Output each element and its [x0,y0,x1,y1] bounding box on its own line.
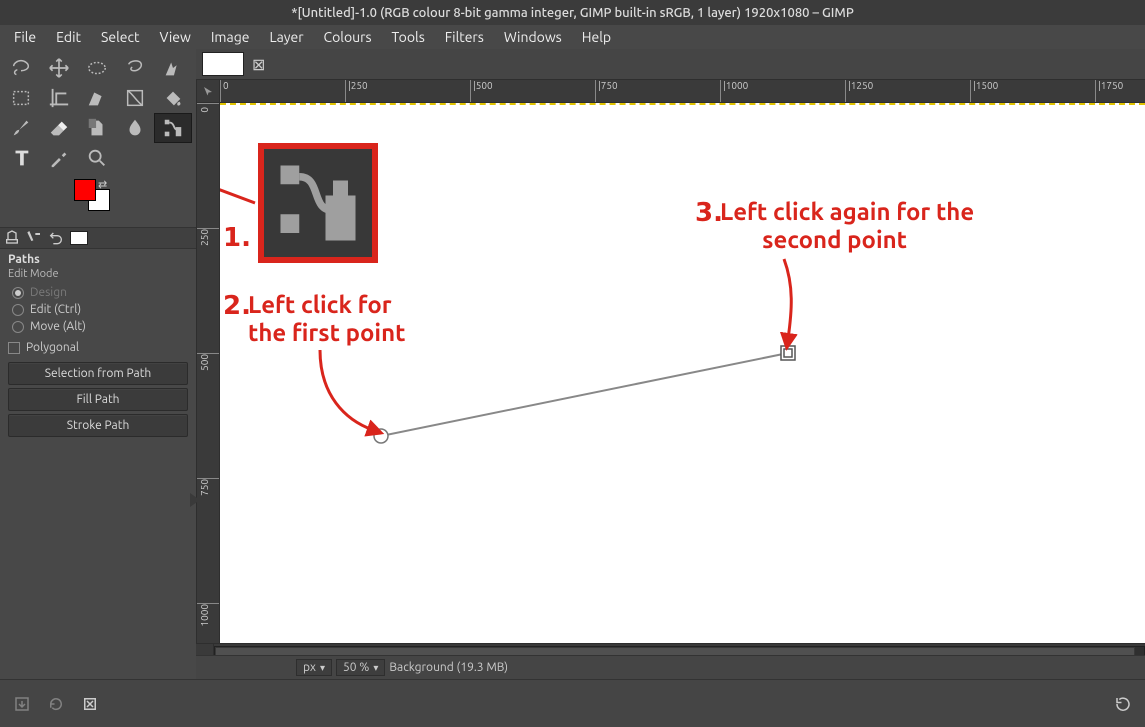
transform-tool-icon[interactable] [78,83,116,113]
close-tab-icon[interactable]: ⊠ [252,55,265,74]
menu-file[interactable]: File [4,26,46,48]
tool-options: Paths Edit Mode Design Edit (Ctrl) Move … [0,249,196,444]
zoom-tool-icon[interactable] [78,143,116,173]
ruler-origin-marker [190,493,200,507]
dock-tab-strip [0,227,196,249]
window-titlebar: *[Untitled]-1.0 (RGB colour 8-bit gamma … [0,0,1145,25]
move-tool-icon[interactable] [40,53,78,83]
radio-design[interactable]: Design [8,284,188,301]
swap-colors-icon[interactable]: ⇄ [98,178,107,191]
clone-tool-icon[interactable] [78,113,116,143]
foreground-color[interactable] [74,179,96,201]
status-bar: px▾ 50 %▾ Background (19.3 MB) [196,655,1145,679]
device-status-tab-icon[interactable] [26,229,42,248]
warp-tool-icon[interactable] [116,83,154,113]
toolbox [0,49,196,173]
vertical-ruler[interactable]: 0 250 500 750 1000 [196,103,220,643]
unit-select[interactable]: px▾ [296,659,332,676]
canvas-viewport[interactable]: 1. 2. Left click for the first point 3. … [220,103,1145,643]
menu-select[interactable]: Select [91,26,149,48]
free-select-icon[interactable] [116,53,154,83]
delete-options-icon[interactable] [80,694,100,714]
eraser-icon[interactable] [40,113,78,143]
zoom-select[interactable]: 50 %▾ [336,659,385,676]
reset-options-icon[interactable] [1113,694,1133,714]
tool-options-tab-icon[interactable] [4,229,20,248]
fill-path-button[interactable]: Fill Path [8,388,188,411]
callout-paths-tool [258,143,378,263]
horizontal-ruler[interactable]: 0 |250 |500 |750 |1000 |1250 |1500 |1750 [220,79,1145,103]
canvas[interactable]: 1. 2. Left click for the first point 3. … [220,103,1145,643]
fuzzy-select-icon[interactable] [154,53,192,83]
menu-view[interactable]: View [149,26,200,48]
menu-colours[interactable]: Colours [314,26,382,48]
image-tab[interactable] [202,52,244,76]
checkbox-polygonal[interactable]: Polygonal [8,341,188,354]
crop-tool-icon[interactable] [40,83,78,113]
status-layer-info: Background (19.3 MB) [389,661,508,674]
edit-mode-label: Edit Mode [8,268,188,280]
paths-tool-icon[interactable] [154,113,192,143]
tool-options-title: Paths [8,253,188,266]
menu-layer[interactable]: Layer [259,26,313,48]
stroke-path-button[interactable]: Stroke Path [8,414,188,437]
smudge-tool-icon[interactable] [116,113,154,143]
menu-help[interactable]: Help [572,26,621,48]
radio-move[interactable]: Move (Alt) [8,318,188,335]
menu-edit[interactable]: Edit [46,26,91,48]
color-swatch[interactable]: ⇄ [74,179,122,219]
undo-history-tab-icon[interactable] [48,229,64,248]
bottom-icon-bar [0,679,1145,727]
paintbrush-icon[interactable] [2,113,40,143]
save-options-icon[interactable] [12,694,32,714]
menu-image[interactable]: Image [201,26,260,48]
bucket-fill-icon[interactable] [154,83,192,113]
left-dock: ⇄ Paths Edit Mode Design Edit (Ctrl) Mov… [0,49,196,679]
menu-tools[interactable]: Tools [382,26,435,48]
text-tool-icon[interactable] [2,143,40,173]
rectangle-select-icon[interactable] [2,83,40,113]
image-tab-strip: ⊠ [196,49,1145,79]
ellipse-select-icon[interactable] [78,53,116,83]
menu-filters[interactable]: Filters [435,26,494,48]
color-picker-icon[interactable] [40,143,78,173]
menu-windows[interactable]: Windows [494,26,572,48]
radio-edit[interactable]: Edit (Ctrl) [8,301,188,318]
window-title: *[Untitled]-1.0 (RGB colour 8-bit gamma … [291,6,854,20]
ruler-corner[interactable] [196,79,220,103]
restore-options-icon[interactable] [46,694,66,714]
canvas-area: ⊠ 0 |250 |500 |750 |1000 |1250 |1500 |17… [196,49,1145,679]
images-tab-icon[interactable] [70,231,88,245]
selection-from-path-button[interactable]: Selection from Path [8,362,188,385]
lasso-split-icon[interactable] [2,53,40,83]
menu-bar: File Edit Select View Image Layer Colour… [0,25,1145,49]
